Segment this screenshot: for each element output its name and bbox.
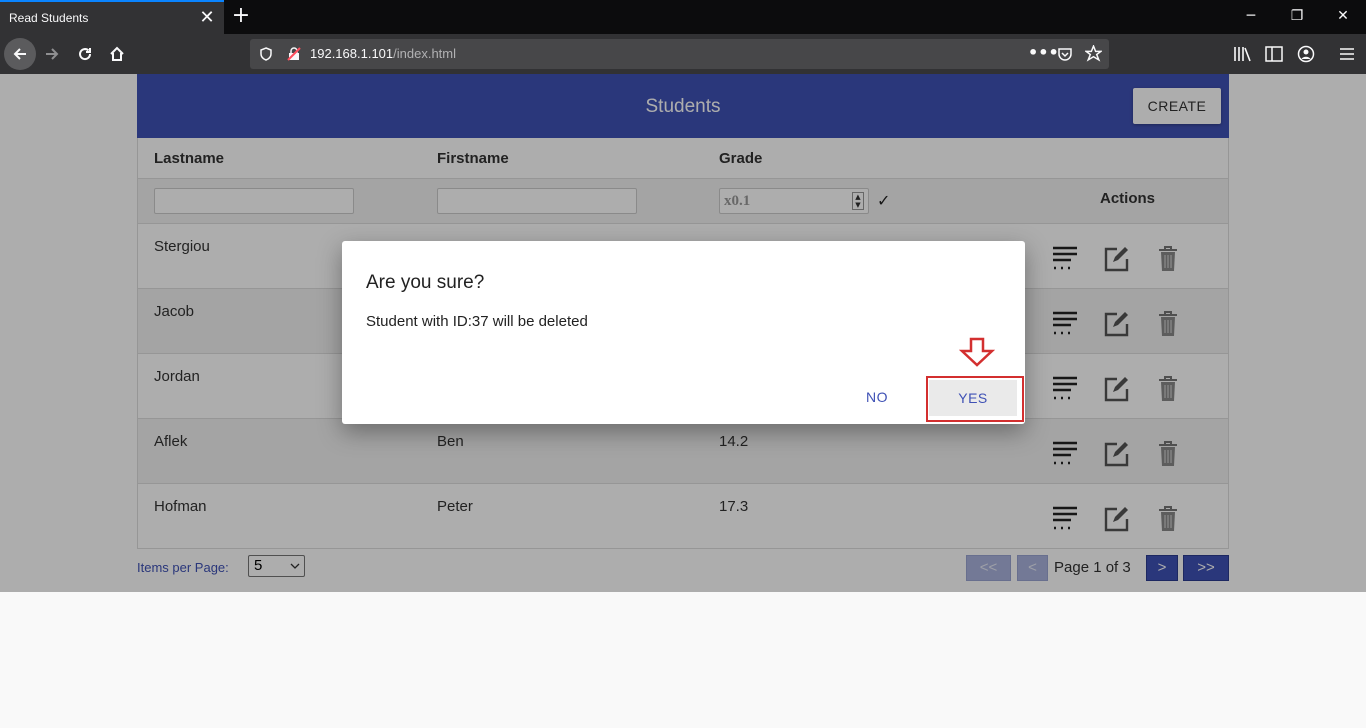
close-tab-icon[interactable]: ✕ — [198, 8, 216, 28]
dialog-title: Are you sure? — [366, 272, 485, 293]
menu-icon — [1340, 48, 1354, 60]
confirm-dialog: Are you sure? Student with ID:37 will be… — [342, 241, 1025, 424]
window-close-icon[interactable]: ✕ — [1331, 5, 1355, 27]
home-button[interactable] — [101, 38, 133, 70]
bookmark-star-icon — [1085, 45, 1102, 62]
url-path: /index.html — [393, 46, 457, 61]
minimize-icon[interactable]: ─ — [1239, 5, 1263, 27]
browser-tab[interactable]: Read Students ✕ — [0, 0, 224, 34]
back-button[interactable] — [4, 38, 36, 70]
more-actions-icon[interactable]: ••• — [1028, 43, 1059, 62]
url-host: 192.168.1.101 — [310, 46, 394, 61]
forward-button[interactable] — [36, 38, 68, 70]
library-icon — [1234, 47, 1251, 62]
restore-icon[interactable]: ❐ — [1285, 5, 1309, 27]
url-bar[interactable]: 192.168.1.101/index.html ••• — [250, 39, 1109, 69]
home-icon — [110, 46, 124, 61]
tab-title: Read Students — [9, 11, 89, 25]
forward-arrow-icon — [46, 48, 59, 60]
insecure-lock-icon — [287, 47, 301, 61]
no-button[interactable]: NO — [853, 381, 901, 413]
back-arrow-icon — [13, 48, 26, 60]
sidebar-icon — [1265, 46, 1283, 62]
highlight-box — [926, 376, 1024, 422]
new-tab-icon[interactable]: + — [230, 4, 252, 28]
dialog-message: Student with ID:37 will be deleted — [366, 313, 588, 330]
browser-tabbar: Read Students ✕ + ─ ❐ ✕ — [0, 0, 1366, 34]
pocket-icon — [1058, 48, 1072, 61]
shield-icon — [260, 47, 272, 61]
reload-button[interactable] — [69, 38, 101, 70]
reload-icon — [79, 48, 92, 61]
url-text[interactable]: 192.168.1.101/index.html — [310, 46, 456, 61]
browser-navbar: 192.168.1.101/index.html ••• — [0, 34, 1366, 74]
account-icon — [1297, 45, 1315, 63]
down-arrow-icon — [959, 337, 995, 367]
